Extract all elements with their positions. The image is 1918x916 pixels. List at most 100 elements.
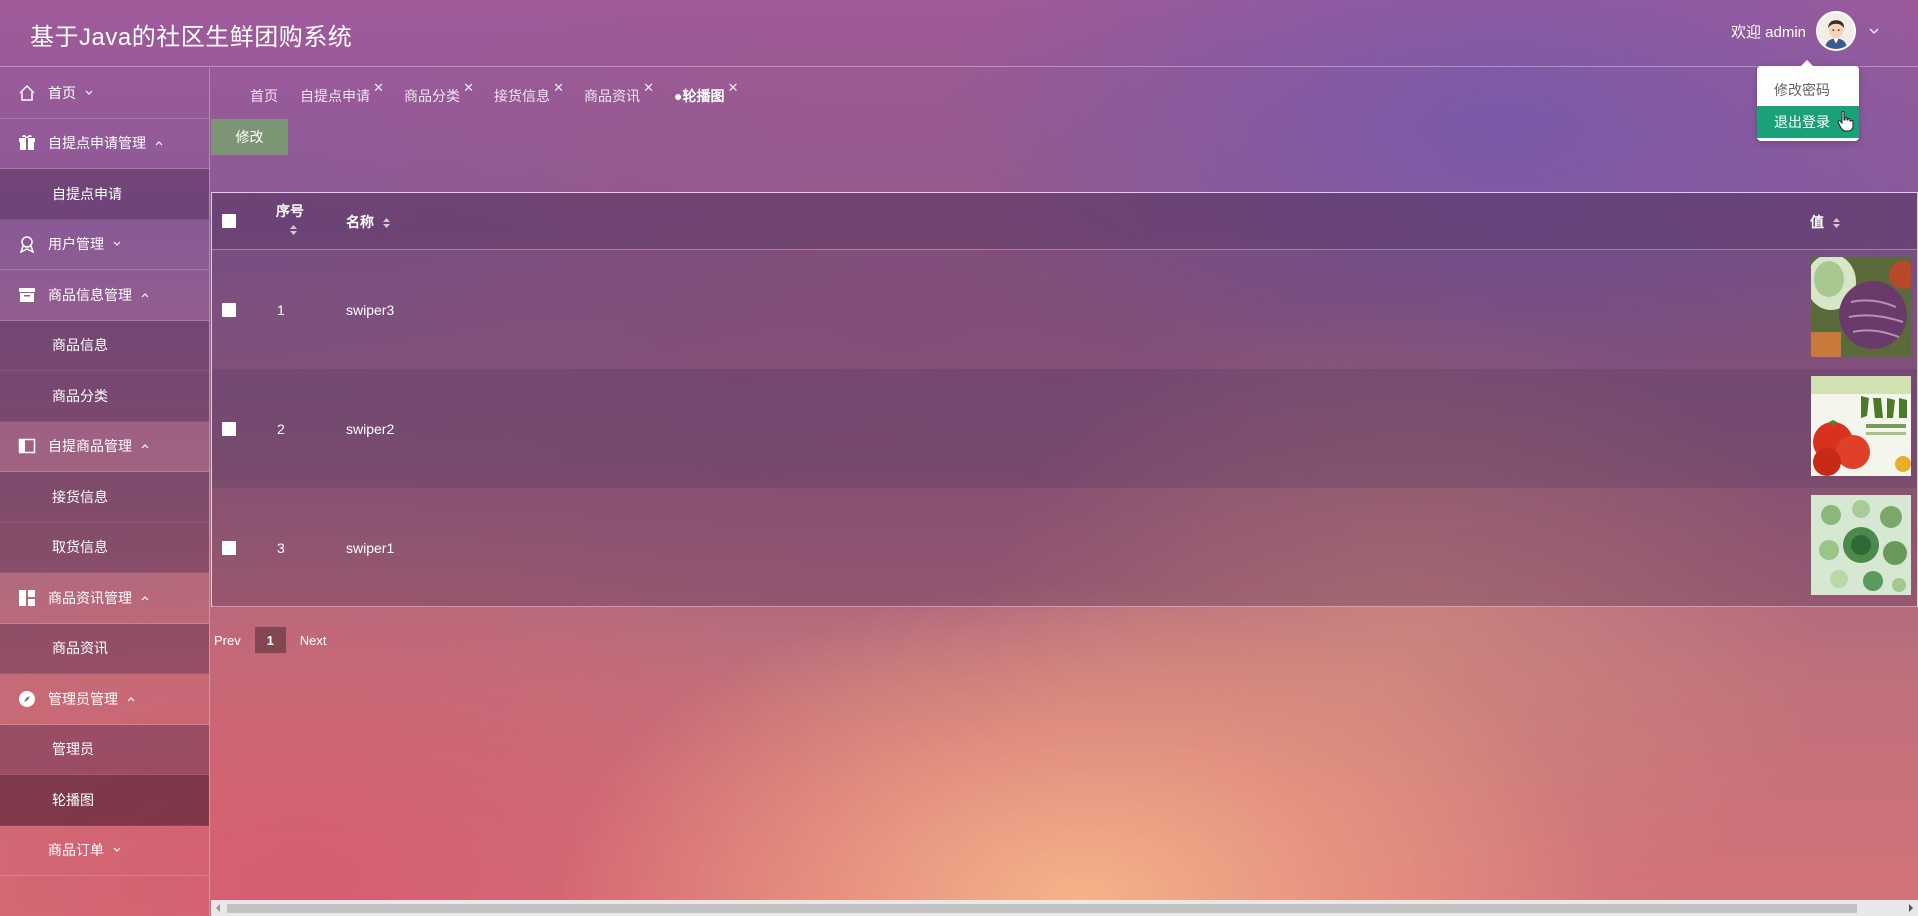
- chevron-up-icon: [141, 292, 149, 298]
- tab-bar: 首页 自提点申请 ✕ 商品分类 ✕ 接货信息 ✕ 商品资讯 ✕ ●轮播图 ✕: [250, 80, 744, 108]
- tab-label: 商品资讯: [584, 88, 640, 104]
- sidebar-item-receive-info[interactable]: 接货信息: [0, 472, 209, 523]
- close-icon[interactable]: ✕: [463, 80, 474, 96]
- tab-label: 自提点申请: [300, 88, 370, 104]
- sidebar-item-product-news[interactable]: 商品资讯: [0, 623, 209, 674]
- sidebar-item-label: 用户管理: [48, 236, 104, 253]
- sidebar-item-product-info-mgmt[interactable]: 商品信息管理: [0, 270, 209, 321]
- next-page-button[interactable]: Next: [300, 633, 327, 648]
- sidebar-item-label: 自提商品管理: [48, 438, 132, 455]
- tab-pickup-apply[interactable]: 自提点申请 ✕: [300, 80, 384, 108]
- scroll-left-arrow-icon[interactable]: [216, 904, 220, 912]
- green-vegetables-image: [1811, 495, 1911, 595]
- purple-cabbage-image: [1811, 257, 1911, 357]
- row-image-thumbnail[interactable]: [1811, 376, 1911, 476]
- sidebar-item-admin[interactable]: 管理员: [0, 724, 209, 775]
- sidebar-item-pickup-product-mgmt[interactable]: 自提商品管理: [0, 422, 209, 472]
- row-index: 1: [277, 302, 285, 318]
- sidebar-item-label: 商品订单: [48, 842, 104, 859]
- row-checkbox[interactable]: [222, 303, 236, 317]
- page-number-current[interactable]: 1: [254, 627, 286, 653]
- row-image-thumbnail[interactable]: [1811, 495, 1911, 595]
- scrollbar-thumb[interactable]: [227, 904, 1857, 913]
- sidebar-item-product-orders[interactable]: 商品订单: [0, 826, 209, 876]
- chevron-up-icon: [141, 444, 149, 449]
- chevron-down-icon: [85, 90, 93, 95]
- tomatoes-image: [1811, 376, 1911, 476]
- home-icon: [19, 84, 35, 101]
- close-icon[interactable]: ✕: [373, 80, 384, 96]
- table-row[interactable]: 1 swiper3: [212, 250, 1917, 369]
- tab-label: ●轮播图: [674, 88, 725, 104]
- grid-icon: [19, 589, 35, 606]
- sidebar-item-pickup-apply[interactable]: 自提点申请: [0, 169, 209, 220]
- edit-button[interactable]: 修改: [211, 119, 288, 155]
- column-header-label: 值: [1810, 214, 1824, 230]
- compass-icon: [19, 690, 35, 707]
- column-header-index[interactable]: 序号: [276, 201, 304, 237]
- sort-icon[interactable]: [382, 217, 391, 229]
- user-badge-icon: [19, 236, 35, 254]
- gift-icon: [19, 135, 35, 151]
- sidebar-item-product-news-mgmt[interactable]: 商品资讯管理: [0, 573, 209, 624]
- sidebar-item-label: 商品资讯管理: [48, 589, 132, 606]
- tab-carousel[interactable]: ●轮播图 ✕: [674, 80, 738, 108]
- sidebar-item-product-category[interactable]: 商品分类: [0, 371, 209, 422]
- row-name: swiper1: [346, 540, 395, 556]
- table-row[interactable]: 3 swiper1: [212, 488, 1917, 607]
- row-index: 2: [277, 421, 285, 437]
- column-header-value[interactable]: 值: [1810, 212, 1841, 232]
- chevron-up-icon: [155, 141, 163, 146]
- close-icon[interactable]: ✕: [643, 80, 654, 96]
- sidebar-item-label: 首页: [48, 84, 76, 101]
- tab-receive-info[interactable]: 接货信息 ✕: [494, 80, 564, 108]
- column-header-name[interactable]: 名称: [346, 212, 391, 232]
- hand-cursor-icon: [1837, 111, 1854, 132]
- sidebar-item-user-mgmt[interactable]: 用户管理: [0, 220, 209, 270]
- chevron-up-icon: [141, 595, 149, 601]
- tab-product-news[interactable]: 商品资讯 ✕: [584, 80, 654, 108]
- sidebar-item-label: 商品信息管理: [48, 286, 132, 303]
- sidebar-item-home[interactable]: 首页: [0, 68, 209, 119]
- sidebar-item-admin-mgmt[interactable]: 管理员管理: [0, 674, 209, 725]
- select-all-checkbox[interactable]: [222, 214, 236, 228]
- welcome-text: 欢迎 admin: [1730, 23, 1806, 41]
- carousel-table: 序号 名称 值 1 swiper3 2 swiper2 3 swiper1: [211, 192, 1918, 607]
- chevron-down-icon[interactable]: [1868, 25, 1880, 37]
- sidebar-item-label: 管理员管理: [48, 690, 118, 707]
- sidebar-item-pickup-apply-mgmt[interactable]: 自提点申请管理: [0, 119, 209, 169]
- tab-product-category[interactable]: 商品分类 ✕: [404, 80, 474, 108]
- avatar[interactable]: [1816, 11, 1856, 51]
- row-index: 3: [277, 540, 285, 556]
- app-title: 基于Java的社区生鲜团购系统: [30, 24, 353, 51]
- sidebar-item-product-info[interactable]: 商品信息: [0, 320, 209, 371]
- user-area[interactable]: 欢迎 admin: [1731, 11, 1880, 51]
- sidebar-item-carousel[interactable]: 轮播图: [0, 775, 209, 826]
- chevron-down-icon: [113, 847, 121, 853]
- row-checkbox[interactable]: [222, 422, 236, 436]
- prev-page-button[interactable]: Prev: [214, 633, 241, 648]
- change-password-item[interactable]: 修改密码: [1757, 74, 1859, 106]
- tab-label: 商品分类: [404, 88, 460, 104]
- row-image-thumbnail[interactable]: [1811, 257, 1911, 357]
- table-header: 序号 名称 值: [212, 193, 1917, 250]
- row-checkbox[interactable]: [222, 541, 236, 555]
- chevron-up-icon: [127, 696, 135, 702]
- table-row[interactable]: 2 swiper2: [212, 369, 1917, 488]
- close-icon[interactable]: ✕: [553, 80, 564, 96]
- tab-label: 接货信息: [494, 88, 550, 104]
- scroll-right-arrow-icon[interactable]: [1909, 904, 1913, 912]
- close-icon[interactable]: ✕: [728, 80, 739, 96]
- sidebar-item-label: 自提点申请管理: [48, 135, 146, 152]
- column-header-label: 名称: [346, 214, 374, 230]
- row-name: swiper3: [346, 302, 395, 318]
- top-header: 基于Java的社区生鲜团购系统 欢迎 admin: [0, 0, 1918, 67]
- sort-icon[interactable]: [1832, 217, 1841, 229]
- horizontal-scrollbar[interactable]: [211, 900, 1918, 916]
- sidebar-item-pickup-info[interactable]: 取货信息: [0, 522, 209, 573]
- tab-home[interactable]: 首页: [250, 86, 278, 108]
- sidebar: 首页 自提点申请管理 自提点申请 用户管理 商品信息管理 商品信息 商品分类 自…: [0, 68, 210, 916]
- box-icon: [19, 287, 35, 302]
- sort-icon[interactable]: [289, 224, 298, 236]
- chevron-down-icon: [113, 241, 121, 247]
